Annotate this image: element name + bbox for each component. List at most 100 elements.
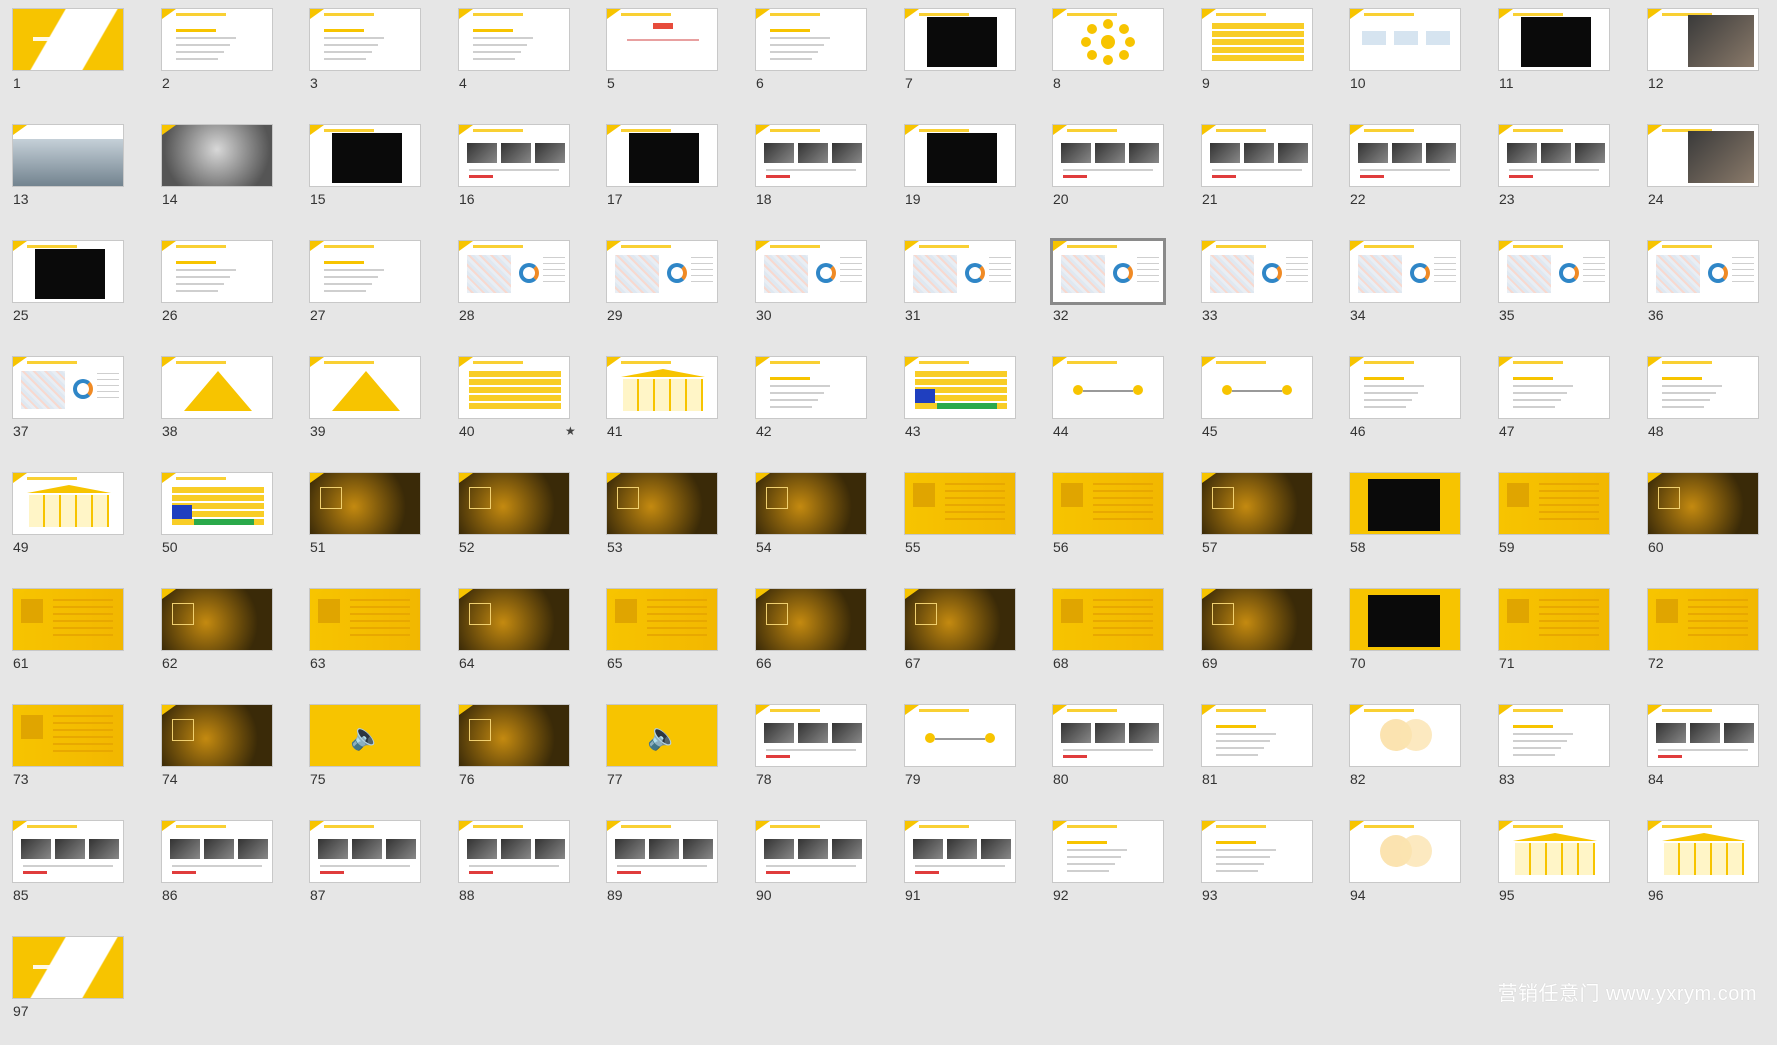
slide-preview[interactable] bbox=[1349, 472, 1461, 535]
slide-thumbnail[interactable]: 26 bbox=[149, 233, 297, 349]
slide-preview[interactable] bbox=[1349, 356, 1461, 419]
slide-preview[interactable] bbox=[309, 240, 421, 303]
slide-thumbnail[interactable]: 53 bbox=[594, 465, 742, 581]
slide-preview[interactable] bbox=[606, 588, 718, 651]
slide-thumbnail[interactable]: 4 bbox=[446, 1, 594, 117]
slide-thumbnail[interactable]: 1 bbox=[0, 1, 148, 117]
slide-preview[interactable] bbox=[755, 240, 867, 303]
slide-preview[interactable] bbox=[1349, 820, 1461, 883]
slide-preview[interactable] bbox=[1647, 356, 1759, 419]
slide-preview[interactable] bbox=[1647, 588, 1759, 651]
slide-thumbnail[interactable]: 11 bbox=[1486, 1, 1634, 117]
slide-preview[interactable] bbox=[12, 8, 124, 71]
slide-preview[interactable] bbox=[904, 356, 1016, 419]
slide-preview[interactable] bbox=[309, 124, 421, 187]
slide-preview[interactable] bbox=[161, 356, 273, 419]
slide-thumbnail[interactable]: 63 bbox=[297, 581, 445, 697]
slide-preview[interactable] bbox=[12, 820, 124, 883]
slide-thumbnail[interactable]: 30 bbox=[743, 233, 891, 349]
slide-preview[interactable] bbox=[458, 240, 570, 303]
slide-preview[interactable] bbox=[755, 356, 867, 419]
slide-thumbnail[interactable]: 92 bbox=[1040, 813, 1188, 929]
slide-thumbnail[interactable]: 81 bbox=[1189, 697, 1337, 813]
slide-preview[interactable]: 🔈 bbox=[309, 704, 421, 767]
slide-thumbnail[interactable]: 9 bbox=[1189, 1, 1337, 117]
slide-preview[interactable] bbox=[161, 588, 273, 651]
slide-preview[interactable] bbox=[309, 356, 421, 419]
slide-preview[interactable] bbox=[1349, 588, 1461, 651]
slide-thumbnail[interactable]: 93 bbox=[1189, 813, 1337, 929]
slide-thumbnail[interactable]: 90 bbox=[743, 813, 891, 929]
slide-preview[interactable] bbox=[12, 356, 124, 419]
slide-thumbnail[interactable]: 69 bbox=[1189, 581, 1337, 697]
slide-thumbnail[interactable]: 23 bbox=[1486, 117, 1634, 233]
slide-preview[interactable] bbox=[1498, 124, 1610, 187]
slide-thumbnail[interactable]: 31 bbox=[892, 233, 1040, 349]
slide-preview[interactable] bbox=[755, 8, 867, 71]
slide-thumbnail[interactable]: 91 bbox=[892, 813, 1040, 929]
slide-thumbnail[interactable]: 52 bbox=[446, 465, 594, 581]
slide-thumbnail[interactable]: 79 bbox=[892, 697, 1040, 813]
slide-thumbnail[interactable]: 84 bbox=[1635, 697, 1777, 813]
slide-thumbnail[interactable]: 94 bbox=[1337, 813, 1485, 929]
slide-preview[interactable] bbox=[606, 820, 718, 883]
slide-thumbnail[interactable]: 27 bbox=[297, 233, 445, 349]
slide-preview[interactable] bbox=[1050, 238, 1166, 305]
slide-thumbnail[interactable]: 3 bbox=[297, 1, 445, 117]
slide-preview[interactable] bbox=[755, 820, 867, 883]
slide-preview[interactable] bbox=[755, 588, 867, 651]
slide-thumbnail[interactable]: 15 bbox=[297, 117, 445, 233]
slide-preview[interactable] bbox=[904, 588, 1016, 651]
slide-preview[interactable] bbox=[904, 240, 1016, 303]
slide-preview[interactable] bbox=[606, 124, 718, 187]
slide-thumbnail[interactable]: 48 bbox=[1635, 349, 1777, 465]
slide-thumbnail[interactable]: 16 bbox=[446, 117, 594, 233]
slide-preview[interactable] bbox=[458, 356, 570, 419]
slide-thumbnail[interactable]: 22 bbox=[1337, 117, 1485, 233]
slide-thumbnail[interactable]: 64 bbox=[446, 581, 594, 697]
slide-thumbnail[interactable]: 55 bbox=[892, 465, 1040, 581]
slide-thumbnail[interactable]: 56 bbox=[1040, 465, 1188, 581]
slide-thumbnail[interactable]: 95 bbox=[1486, 813, 1634, 929]
slide-preview[interactable] bbox=[1349, 704, 1461, 767]
slide-preview[interactable] bbox=[309, 588, 421, 651]
slide-thumbnail[interactable]: 35 bbox=[1486, 233, 1634, 349]
slide-preview[interactable] bbox=[1052, 820, 1164, 883]
slide-thumbnail[interactable]: 🔈 77 bbox=[594, 697, 742, 813]
slide-preview[interactable] bbox=[1201, 8, 1313, 71]
slide-thumbnail[interactable]: 66 bbox=[743, 581, 891, 697]
slide-preview[interactable] bbox=[904, 472, 1016, 535]
slide-thumbnail[interactable]: 87 bbox=[297, 813, 445, 929]
slide-preview[interactable] bbox=[1201, 240, 1313, 303]
slide-thumbnail[interactable]: 24 bbox=[1635, 117, 1777, 233]
slide-preview[interactable] bbox=[1201, 588, 1313, 651]
slide-thumbnail[interactable]: 97 bbox=[0, 929, 148, 1045]
slide-thumbnail[interactable]: 12 bbox=[1635, 1, 1777, 117]
slide-thumbnail[interactable]: 41 bbox=[594, 349, 742, 465]
slide-preview[interactable] bbox=[458, 124, 570, 187]
slide-thumbnail[interactable]: 50 bbox=[149, 465, 297, 581]
slide-preview[interactable] bbox=[606, 472, 718, 535]
slide-preview[interactable] bbox=[161, 240, 273, 303]
slide-thumbnail[interactable]: 28 bbox=[446, 233, 594, 349]
slide-thumbnail[interactable]: 82 bbox=[1337, 697, 1485, 813]
slide-thumbnail[interactable]: 89 bbox=[594, 813, 742, 929]
slide-preview[interactable] bbox=[309, 472, 421, 535]
slide-preview[interactable] bbox=[458, 588, 570, 651]
slide-thumbnail[interactable]: 88 bbox=[446, 813, 594, 929]
slide-preview[interactable] bbox=[12, 240, 124, 303]
slide-thumbnail[interactable]: 19 bbox=[892, 117, 1040, 233]
slide-thumbnail[interactable]: 43 bbox=[892, 349, 1040, 465]
slide-preview[interactable] bbox=[1498, 8, 1610, 71]
slide-preview[interactable] bbox=[12, 936, 124, 999]
slide-thumbnail[interactable]: 71 bbox=[1486, 581, 1634, 697]
slide-thumbnail[interactable]: 61 bbox=[0, 581, 148, 697]
slide-preview[interactable]: 🔈 bbox=[606, 704, 718, 767]
slide-thumbnail[interactable]: 44 bbox=[1040, 349, 1188, 465]
slide-thumbnail[interactable]: 57 bbox=[1189, 465, 1337, 581]
slide-thumbnail[interactable]: 73 bbox=[0, 697, 148, 813]
slide-preview[interactable] bbox=[1498, 588, 1610, 651]
slide-preview[interactable] bbox=[1201, 820, 1313, 883]
slide-thumbnail[interactable]: 60 bbox=[1635, 465, 1777, 581]
slide-preview[interactable] bbox=[1052, 704, 1164, 767]
